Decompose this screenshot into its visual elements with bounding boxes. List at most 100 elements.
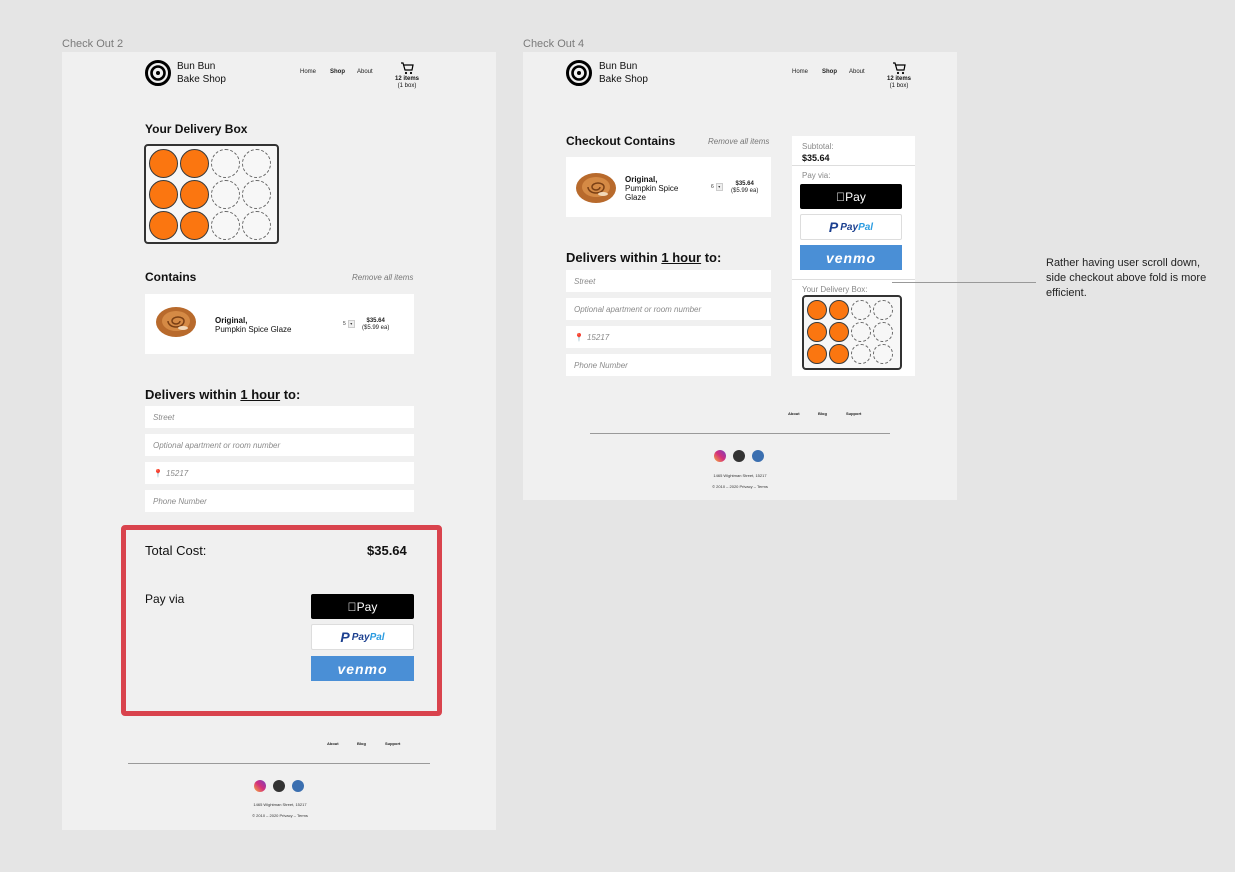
quantity-select[interactable]: 6 ▾	[711, 183, 723, 191]
item-name: Original, Pumpkin Spice Glaze	[215, 316, 292, 334]
footer-divider	[590, 433, 890, 434]
footer-address: 1465 Wightman Street, 15217	[713, 473, 767, 478]
zip-input[interactable]: 📍 15217	[145, 462, 414, 484]
venmo-button[interactable]: venmo	[800, 245, 902, 270]
footer-divider	[128, 763, 430, 764]
empty-slot	[242, 180, 271, 209]
delivers-title: Delivers within 1 hour to:	[145, 387, 301, 402]
empty-slot	[873, 322, 893, 342]
subtotal-value: $35.64	[802, 153, 830, 163]
empty-slot	[851, 300, 871, 320]
footer-copyright: © 2010 – 2020 Privacy – Terms	[252, 813, 308, 818]
zip-input[interactable]: 📍 15217	[566, 326, 771, 348]
empty-slot	[211, 180, 240, 209]
filled-slot	[829, 322, 849, 342]
phone-input[interactable]: Phone Number	[145, 490, 414, 512]
filled-slot	[807, 344, 827, 364]
facebook-icon[interactable]	[733, 450, 745, 462]
item-price: $35.64 ($5.99 ea)	[362, 318, 390, 331]
footer-about[interactable]: About	[788, 411, 800, 416]
paypal-button[interactable]: P Pay Pal	[311, 624, 414, 650]
twitter-icon[interactable]	[752, 450, 764, 462]
design-annotation: Rather having user scroll down, side che…	[1046, 257, 1207, 299]
filled-slot	[180, 149, 209, 178]
apple-icon: 	[348, 600, 357, 614]
apartment-input[interactable]: Optional apartment or room number	[566, 298, 771, 320]
apartment-input[interactable]: Optional apartment or room number	[145, 434, 414, 456]
checkout-contains-title: Checkout Contains	[566, 134, 676, 148]
cart-count: 12 items	[394, 76, 419, 82]
location-pin-icon: 📍	[574, 332, 584, 342]
filled-slot	[149, 149, 178, 178]
panel-divider	[792, 279, 915, 280]
apple-icon: 	[836, 190, 845, 204]
empty-slot	[242, 149, 271, 178]
empty-slot	[851, 344, 871, 364]
footer-about[interactable]: About	[327, 741, 339, 746]
subtotal-label: Subtotal:	[802, 142, 834, 151]
empty-slot	[211, 149, 240, 178]
brand-name: Bun Bun Bake Shop	[599, 61, 648, 85]
filled-slot	[180, 180, 209, 209]
remove-all-link[interactable]: Remove all items	[352, 273, 413, 282]
filled-slot	[149, 211, 178, 240]
bakery-logo-icon[interactable]	[566, 60, 592, 86]
item-name: Original, Pumpkin Spice Glaze	[625, 175, 679, 202]
instagram-icon[interactable]	[254, 780, 266, 792]
location-pin-icon: 📍	[153, 468, 163, 478]
instagram-icon[interactable]	[714, 450, 726, 462]
cinnamon-roll-image	[576, 173, 616, 203]
cart-icon	[893, 62, 906, 75]
delivery-box-grid	[802, 295, 902, 370]
apple-pay-button[interactable]:  Pay	[311, 594, 414, 619]
empty-slot	[242, 211, 271, 240]
street-input[interactable]: Street	[145, 406, 414, 428]
delivery-box-grid	[144, 144, 279, 244]
facebook-icon[interactable]	[273, 780, 285, 792]
empty-slot	[873, 300, 893, 320]
nav-home[interactable]: Home	[792, 69, 808, 75]
twitter-icon[interactable]	[292, 780, 304, 792]
total-label: Total Cost:	[145, 543, 207, 558]
footer-support[interactable]: Support	[385, 741, 400, 746]
empty-slot	[851, 322, 871, 342]
cart-button[interactable]: 12 items (1 box)	[884, 62, 914, 90]
nav-about[interactable]: About	[357, 69, 373, 75]
brand-name: Bun Bun Bake Shop	[177, 61, 226, 85]
cart-button[interactable]: 12 items (1 box)	[392, 62, 422, 90]
nav-shop[interactable]: Shop	[330, 69, 345, 75]
venmo-button[interactable]: venmo	[311, 656, 414, 681]
annotation-connector	[892, 282, 1036, 283]
nav-about[interactable]: About	[849, 69, 865, 75]
nav-shop[interactable]: Shop	[822, 69, 837, 75]
pay-via-label: Pay via	[145, 592, 185, 606]
filled-slot	[829, 344, 849, 364]
cinnamon-roll-image	[156, 307, 196, 337]
paypal-button[interactable]: P Pay Pal	[800, 214, 902, 240]
contains-title: Contains	[145, 270, 197, 284]
filled-slot	[180, 211, 209, 240]
delivers-title: Delivers within 1 hour to:	[566, 250, 722, 265]
quantity-select[interactable]: 5 ▾	[343, 320, 355, 328]
bakery-logo-icon[interactable]	[145, 60, 171, 86]
filled-slot	[149, 180, 178, 209]
footer-address: 1465 Wightman Street, 15217	[253, 802, 307, 807]
total-value: $35.64	[367, 543, 407, 558]
cart-count: 12 items	[886, 76, 911, 82]
street-input[interactable]: Street	[566, 270, 771, 292]
footer-support[interactable]: Support	[846, 411, 861, 416]
cart-icon	[401, 62, 414, 75]
cart-boxes: (1 box)	[889, 83, 909, 89]
filled-slot	[807, 300, 827, 320]
remove-all-link[interactable]: Remove all items	[708, 137, 769, 146]
paypal-icon: P	[828, 219, 839, 235]
cart-boxes: (1 box)	[397, 83, 417, 89]
footer-blog[interactable]: Blog	[818, 411, 827, 416]
frame-label-checkout-2: Check Out 2	[62, 38, 124, 50]
phone-input[interactable]: Phone Number	[566, 354, 771, 376]
apple-pay-button[interactable]:  Pay	[800, 184, 902, 209]
empty-slot	[873, 344, 893, 364]
filled-slot	[807, 322, 827, 342]
nav-home[interactable]: Home	[300, 69, 316, 75]
footer-blog[interactable]: Blog	[357, 741, 366, 746]
